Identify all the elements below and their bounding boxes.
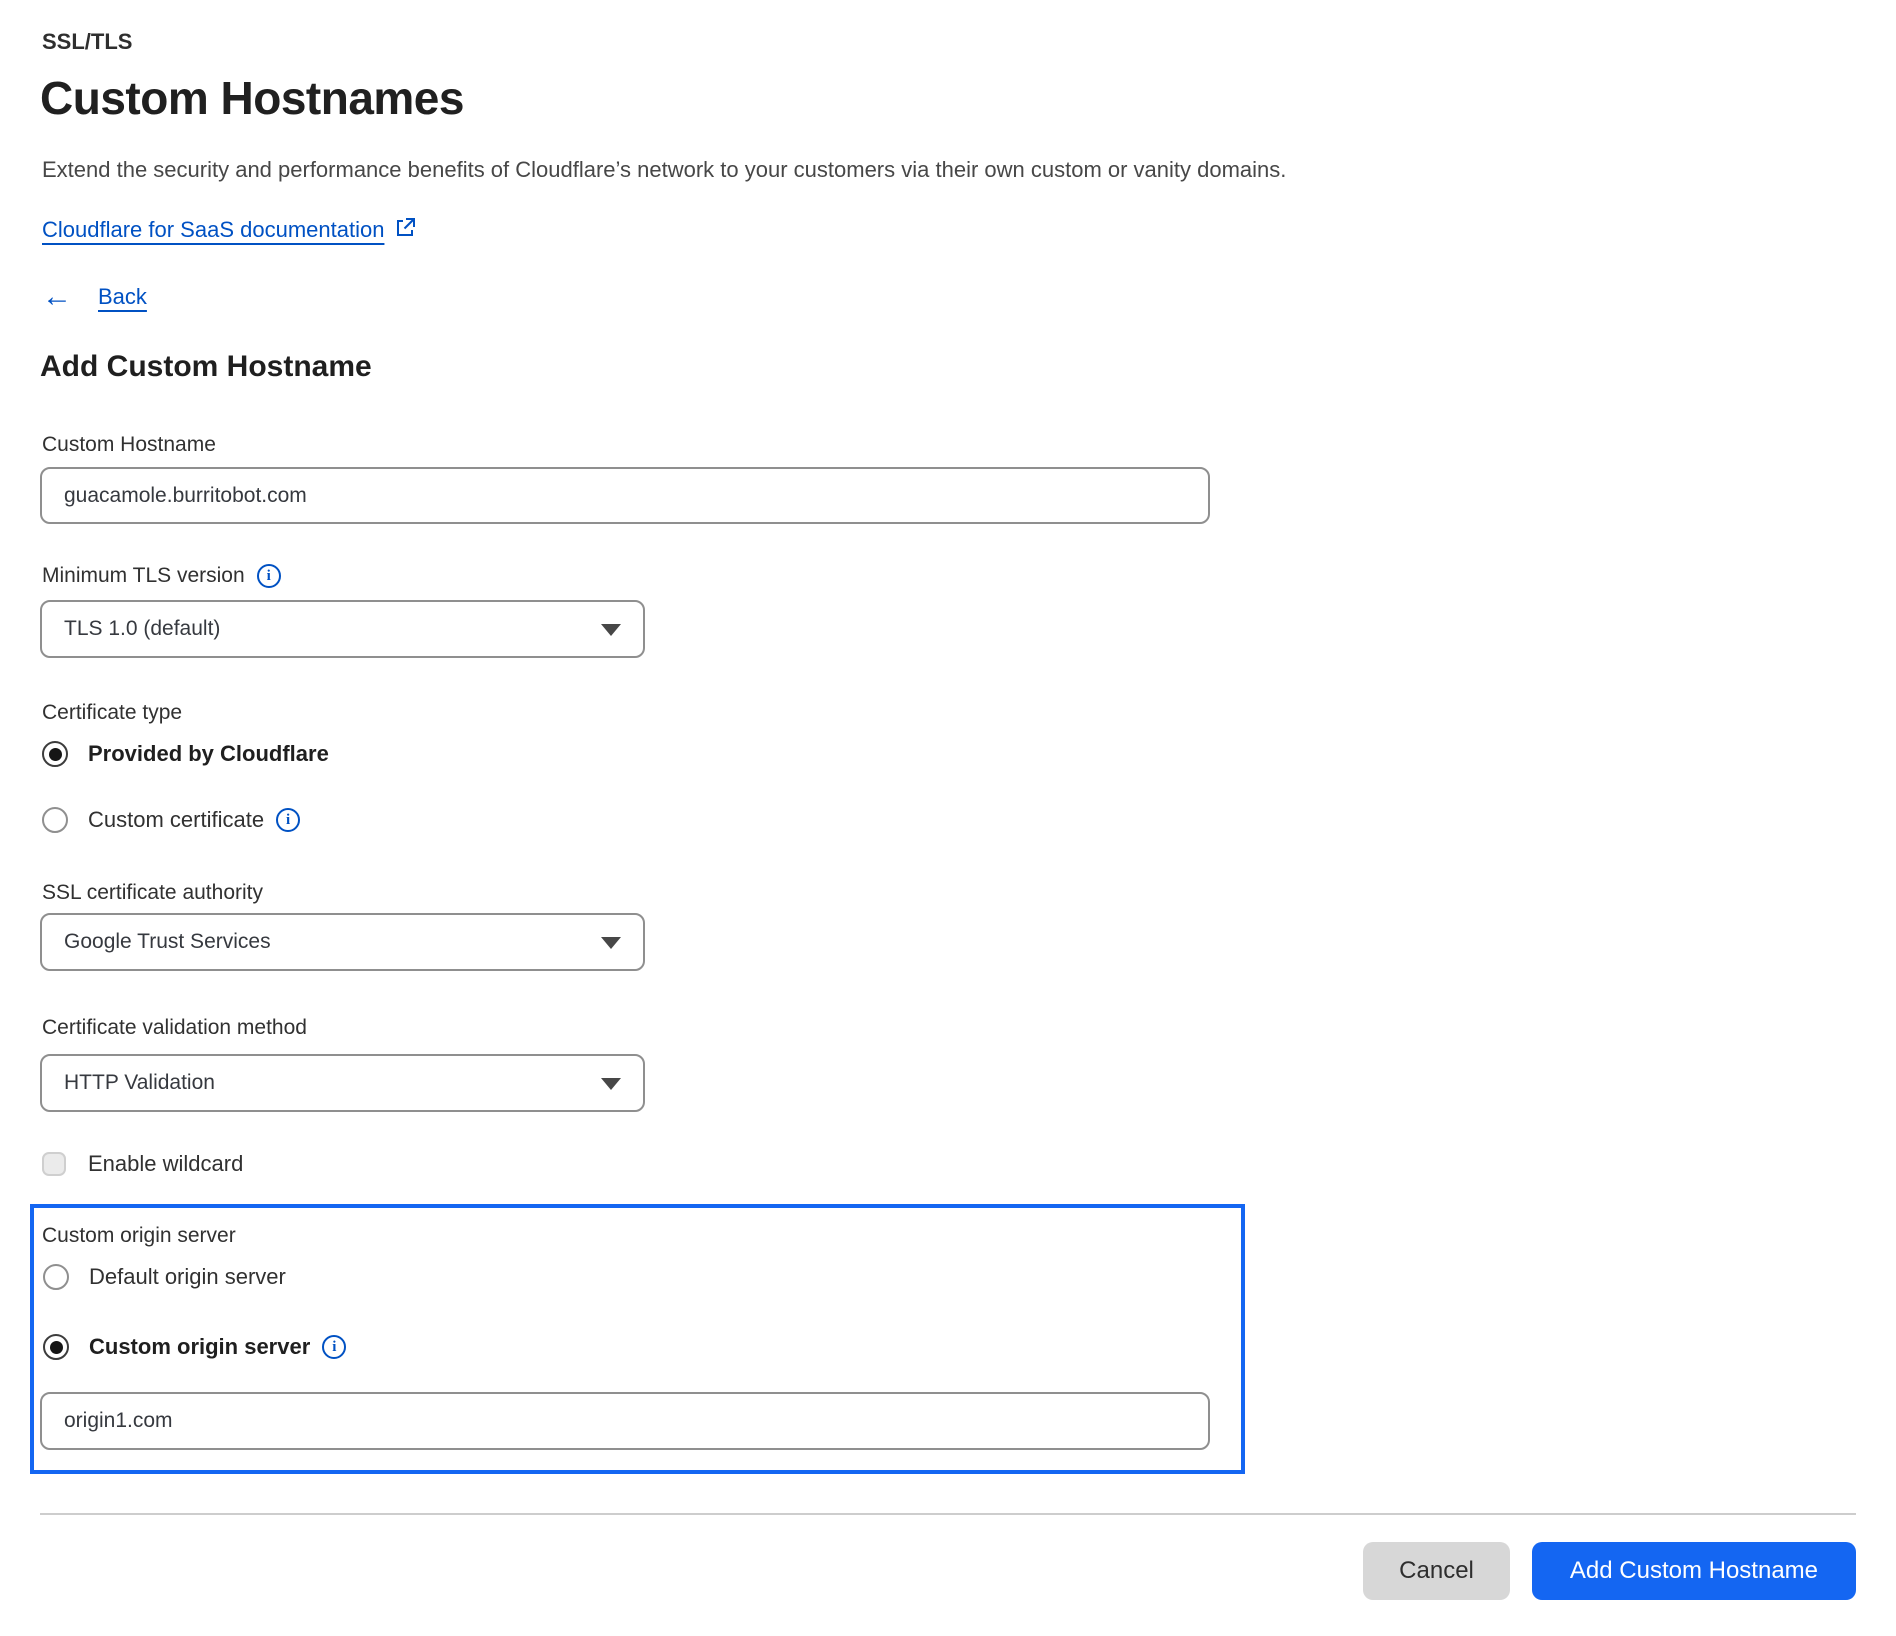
form-heading: Add Custom Hostname bbox=[40, 350, 1896, 384]
enable-wildcard-row: Enable wildcard bbox=[42, 1149, 1896, 1179]
enable-wildcard-checkbox[interactable] bbox=[42, 1152, 66, 1176]
ssl-authority-selected-value: Google Trust Services bbox=[64, 930, 271, 954]
ssl-authority-label: SSL certificate authority bbox=[42, 881, 1896, 905]
documentation-link-row: Cloudflare for SaaS documentation bbox=[42, 216, 1896, 244]
min-tls-label: Minimum TLS version i bbox=[42, 564, 1896, 588]
back-link[interactable]: Back bbox=[98, 284, 147, 310]
radio-row-provided-by-cloudflare: Provided by Cloudflare bbox=[42, 739, 1896, 769]
radio-row-custom-certificate: Custom certificate i bbox=[42, 805, 1896, 835]
info-icon[interactable]: i bbox=[322, 1335, 346, 1359]
radio-label-custom-certificate: Custom certificate bbox=[88, 807, 264, 833]
radio-label-default-origin-server: Default origin server bbox=[89, 1264, 286, 1290]
validation-method-select[interactable]: HTTP Validation bbox=[40, 1054, 645, 1112]
radio-default-origin-server[interactable] bbox=[43, 1264, 69, 1290]
left-arrow-icon[interactable]: ← bbox=[42, 282, 72, 312]
custom-origin-server-input[interactable] bbox=[40, 1392, 1210, 1450]
radio-custom-origin-server[interactable] bbox=[43, 1334, 69, 1360]
enable-wildcard-label: Enable wildcard bbox=[88, 1151, 243, 1177]
certificate-type-label-text: Certificate type bbox=[42, 701, 182, 725]
footer-divider bbox=[40, 1513, 1856, 1515]
page-title: Custom Hostnames bbox=[40, 73, 1896, 123]
radio-row-custom-origin-server: Custom origin server i bbox=[43, 1332, 1241, 1362]
radio-provided-by-cloudflare[interactable] bbox=[42, 741, 68, 767]
back-navigation: ← Back bbox=[42, 282, 1896, 312]
add-custom-hostname-button[interactable]: Add Custom Hostname bbox=[1532, 1542, 1856, 1600]
info-icon[interactable]: i bbox=[276, 808, 300, 832]
form-actions: Cancel Add Custom Hostname bbox=[0, 1542, 1896, 1600]
saas-documentation-link[interactable]: Cloudflare for SaaS documentation bbox=[42, 216, 384, 244]
radio-custom-certificate[interactable] bbox=[42, 807, 68, 833]
ssl-authority-select[interactable]: Google Trust Services bbox=[40, 913, 645, 971]
radio-label-provided-by-cloudflare: Provided by Cloudflare bbox=[88, 741, 329, 767]
min-tls-selected-value: TLS 1.0 (default) bbox=[64, 617, 220, 641]
custom-hostname-input[interactable] bbox=[40, 467, 1210, 524]
info-icon[interactable]: i bbox=[257, 564, 281, 588]
cancel-button[interactable]: Cancel bbox=[1363, 1542, 1510, 1600]
chevron-down-icon bbox=[601, 1078, 621, 1090]
ssl-authority-label-text: SSL certificate authority bbox=[42, 881, 263, 905]
validation-method-selected-value: HTTP Validation bbox=[64, 1071, 215, 1095]
validation-method-label: Certificate validation method bbox=[42, 1016, 1896, 1040]
custom-hostname-label: Custom Hostname bbox=[42, 433, 1896, 457]
radio-label-custom-origin-server: Custom origin server bbox=[89, 1334, 310, 1360]
min-tls-label-text: Minimum TLS version bbox=[42, 564, 245, 588]
chevron-down-icon bbox=[601, 624, 621, 636]
page-description: Extend the security and performance bene… bbox=[42, 156, 1896, 184]
radio-row-default-origin-server: Default origin server bbox=[43, 1262, 1241, 1292]
custom-hostname-label-text: Custom Hostname bbox=[42, 433, 216, 457]
chevron-down-icon bbox=[601, 937, 621, 949]
validation-method-label-text: Certificate validation method bbox=[42, 1016, 307, 1040]
breadcrumb: SSL/TLS bbox=[42, 30, 1896, 54]
add-custom-hostname-page: SSL/TLS Custom Hostnames Extend the secu… bbox=[0, 0, 1896, 1636]
custom-origin-server-label-text: Custom origin server bbox=[42, 1224, 236, 1248]
certificate-type-label: Certificate type bbox=[42, 701, 1896, 725]
external-link-icon bbox=[394, 217, 416, 239]
custom-origin-server-label: Custom origin server bbox=[42, 1224, 1241, 1248]
min-tls-select[interactable]: TLS 1.0 (default) bbox=[40, 600, 645, 658]
custom-origin-server-section: Custom origin server Default origin serv… bbox=[30, 1204, 1245, 1474]
